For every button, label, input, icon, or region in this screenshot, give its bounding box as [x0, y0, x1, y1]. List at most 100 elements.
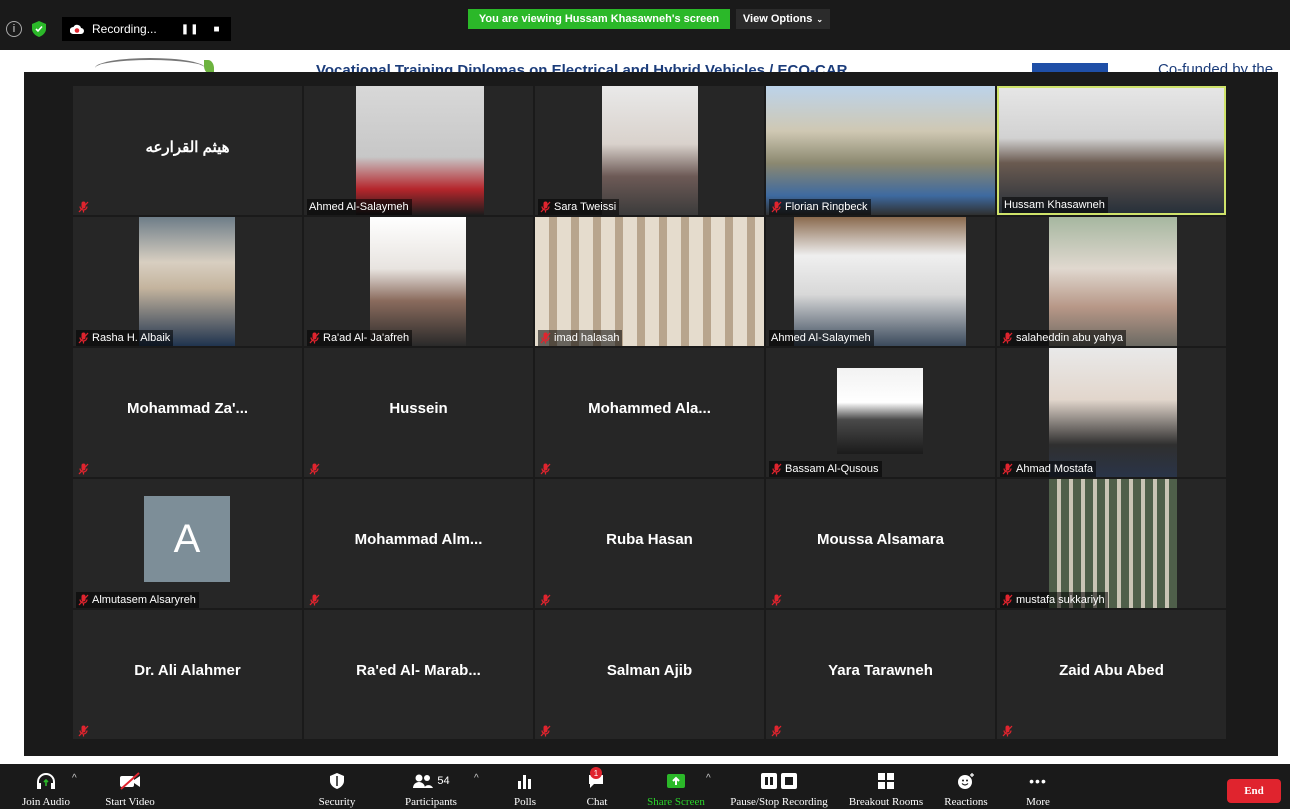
- participant-video: [837, 368, 923, 454]
- participants-icon: 54: [412, 771, 450, 791]
- participant-tile[interactable]: Zaid Abu Abed: [997, 610, 1226, 739]
- participant-name: هيثم القرارعه: [145, 139, 230, 156]
- participant-tile[interactable]: Mohammed Ala...: [535, 348, 764, 477]
- participant-avatar: A: [144, 496, 230, 582]
- share-screen-button[interactable]: Share Screen: [642, 764, 710, 809]
- muted-mic-icon: [540, 462, 552, 475]
- share-screen-icon: [666, 771, 686, 791]
- breakout-rooms-button[interactable]: Breakout Rooms: [843, 764, 929, 809]
- participant-tile[interactable]: Dr. Ali Alahmer: [73, 610, 302, 739]
- participant-name-label: Ahmed Al-Salaymeh: [307, 199, 412, 215]
- participant-name: Sara Tweissi: [554, 201, 617, 213]
- muted-mic-icon: [1002, 724, 1014, 737]
- participant-tile[interactable]: Hussein: [304, 348, 533, 477]
- polls-icon: [517, 771, 533, 791]
- participant-name-label: Ahmed Al-Salaymeh: [769, 330, 874, 346]
- participant-name: Ra'ed Al- Marab...: [356, 662, 481, 679]
- participant-video: [370, 217, 466, 346]
- participant-name: Almutasem Alsaryreh: [92, 594, 196, 606]
- participant-name-label: Rasha H. Albaik: [76, 330, 174, 346]
- participant-tile[interactable]: Ahmed Al-Salaymeh: [766, 217, 995, 346]
- participant-video: [535, 217, 764, 346]
- muted-mic-icon: [78, 200, 90, 213]
- view-options-label: View Options: [742, 13, 813, 25]
- participant-name-label: imad halasah: [538, 330, 623, 346]
- audio-options-caret-icon[interactable]: ^: [72, 773, 77, 784]
- muted-mic-icon: [1002, 463, 1013, 475]
- chat-button[interactable]: 1 Chat: [578, 764, 616, 809]
- breakout-rooms-label: Breakout Rooms: [848, 796, 924, 808]
- participant-tile[interactable]: Ra'ed Al- Marab...: [304, 610, 533, 739]
- muted-mic-icon: [1002, 594, 1013, 606]
- participant-tile[interactable]: Moussa Alsamara: [766, 479, 995, 608]
- participants-button[interactable]: 54 Participants: [398, 764, 464, 809]
- participant-tile[interactable]: Ra'ad Al- Ja'afreh: [304, 217, 533, 346]
- end-meeting-label: End: [1244, 785, 1264, 797]
- muted-mic-icon: [540, 593, 552, 606]
- participant-name: Ahmed Al-Salaymeh: [771, 332, 871, 344]
- muted-mic-icon: [1002, 332, 1013, 344]
- join-audio-label: Join Audio: [22, 796, 70, 808]
- join-audio-button[interactable]: Join Audio: [14, 764, 78, 809]
- more-button[interactable]: ••• More: [1018, 764, 1058, 809]
- participant-tile[interactable]: salaheddin abu yahya: [997, 217, 1226, 346]
- participant-name: Mohammad Za'...: [126, 400, 249, 417]
- participant-tile[interactable]: Hussam Khasawneh: [997, 86, 1226, 215]
- encryption-shield-icon[interactable]: [32, 21, 46, 37]
- meeting-toolbar: Join Audio ^ Start Video Security 54 Par…: [0, 764, 1290, 809]
- meeting-info-icon[interactable]: i: [6, 21, 22, 37]
- meeting-top-bar: i Recording... ❚❚ ■ You are viewing Huss…: [0, 0, 1290, 50]
- participant-name-label: Ahmad Mostafa: [1000, 461, 1097, 477]
- participant-name-label: mustafa sukkariyh: [1000, 592, 1108, 608]
- participant-tile[interactable]: imad halasah: [535, 217, 764, 346]
- participant-tile[interactable]: Yara Tarawneh: [766, 610, 995, 739]
- participant-name: Bassam Al-Qusous: [785, 463, 879, 475]
- participant-tile[interactable]: هيثم القرارعه: [73, 86, 302, 215]
- muted-mic-icon: [309, 332, 320, 344]
- security-label: Security: [318, 796, 356, 808]
- participant-tile[interactable]: Ruba Hasan: [535, 479, 764, 608]
- smiley-plus-icon: [956, 771, 976, 791]
- security-button[interactable]: Security: [313, 764, 361, 809]
- participant-tile[interactable]: Bassam Al-Qusous: [766, 348, 995, 477]
- muted-mic-icon: [771, 724, 783, 737]
- more-label: More: [1026, 796, 1050, 808]
- muted-mic-icon: [78, 332, 89, 344]
- participant-tile[interactable]: A Almutasem Alsaryreh: [73, 479, 302, 608]
- participant-name-label: salaheddin abu yahya: [1000, 330, 1127, 346]
- participant-name: Ra'ad Al- Ja'afreh: [323, 332, 410, 344]
- participant-grid: هيثم القرارعه Ahmed Al-Salaymeh Sara Tweis…: [73, 86, 1226, 739]
- participants-count: 54: [437, 775, 450, 787]
- pause-recording-icon[interactable]: ❚❚: [181, 24, 200, 35]
- muted-mic-icon: [540, 724, 552, 737]
- end-meeting-button[interactable]: End: [1227, 779, 1281, 803]
- participant-tile[interactable]: Salman Ajib: [535, 610, 764, 739]
- stop-recording-icon[interactable]: ■: [213, 24, 220, 35]
- participant-name: Yara Tarawneh: [828, 662, 933, 679]
- participant-tile[interactable]: Ahmad Mostafa: [997, 348, 1226, 477]
- meeting-status-area: i Recording... ❚❚ ■: [6, 16, 231, 42]
- view-options-button[interactable]: View Options ⌄: [736, 9, 830, 29]
- pause-stop-recording-icon: [760, 771, 798, 791]
- chat-unread-badge: 1: [590, 767, 602, 779]
- share-options-caret-icon[interactable]: ^: [706, 773, 711, 784]
- participant-name-label: Bassam Al-Qusous: [769, 461, 882, 477]
- participant-tile[interactable]: Sara Tweissi: [535, 86, 764, 215]
- start-video-button[interactable]: Start Video: [98, 764, 162, 809]
- participant-name: imad halasah: [554, 332, 620, 344]
- participants-options-caret-icon[interactable]: ^: [474, 773, 479, 784]
- participant-tile[interactable]: Mohammad Za'...: [73, 348, 302, 477]
- pause-stop-recording-button[interactable]: Pause/Stop Recording: [724, 764, 834, 809]
- headphones-icon: [35, 771, 57, 791]
- chevron-down-icon: ⌄: [816, 14, 824, 24]
- participant-tile[interactable]: Ahmed Al-Salaymeh: [304, 86, 533, 215]
- participant-tile[interactable]: Florian Ringbeck: [766, 86, 995, 215]
- recording-label: Recording...: [92, 22, 157, 36]
- participant-tile[interactable]: mustafa sukkariyh: [997, 479, 1226, 608]
- reactions-label: Reactions: [944, 796, 988, 808]
- muted-mic-icon: [78, 462, 90, 475]
- participant-tile[interactable]: Rasha H. Albaik: [73, 217, 302, 346]
- reactions-button[interactable]: Reactions: [938, 764, 994, 809]
- participant-tile[interactable]: Mohammad Alm...: [304, 479, 533, 608]
- polls-button[interactable]: Polls: [506, 764, 544, 809]
